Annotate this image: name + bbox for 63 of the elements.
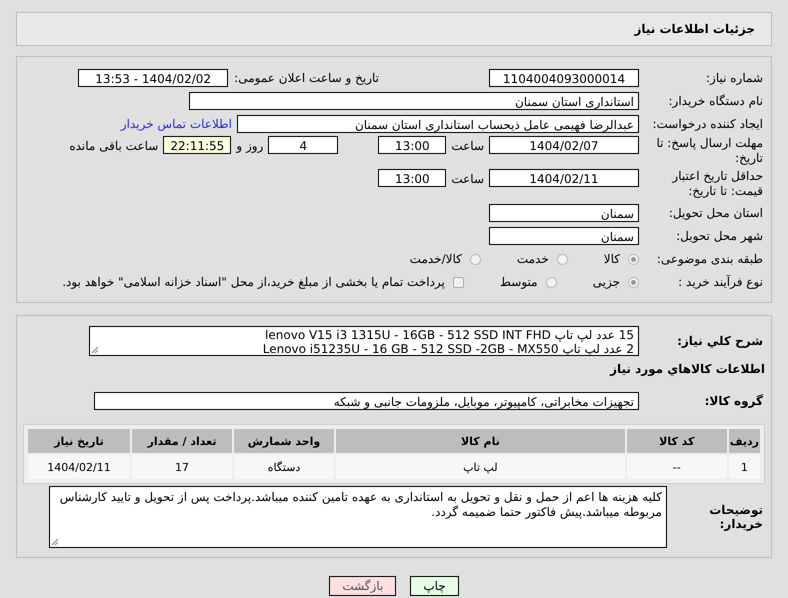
radio-label: خدمت (516, 252, 549, 266)
checkbox[interactable] (452, 276, 464, 288)
action-button[interactable]: بازگشت (329, 576, 396, 596)
page-title: جزئیات اطلاعات نیاز (634, 22, 755, 36)
deadline-time-field[interactable]: 13:00 (378, 136, 446, 154)
column-header: نام کالا (336, 429, 625, 453)
field-label: نوع فرآیند خرید : (677, 275, 764, 289)
requester-field[interactable]: عبدالرضا فهیمی عامل ذیحساب استانداری استان سمنان (237, 115, 639, 133)
goods-group-field[interactable]: تجهیزات مخابراتی، کامپیوتر، موبایل، ملزومات جانبی و شبکه (94, 392, 639, 410)
field-label: حداقل تاریخ اعتبار قیمت: تا تاریخ: (670, 169, 764, 199)
description-textarea[interactable]: 15 عدد لپ تاپ lenovo V15 i3 1315U - 16GB - 512 SSD INT FHD 2 عدد لپ تاپ Lenovo i51235U - 16 GB - 512 SSD -2GB - MX550 (89, 326, 639, 356)
deadline-date-field[interactable]: 1404/02/07 (489, 136, 639, 154)
column-header: واحد شمارش (234, 429, 334, 453)
action-button[interactable]: چاپ (410, 576, 459, 596)
column-header: تعداد / مقدار (132, 429, 232, 453)
validity-date-field[interactable]: 1404/02/11 (489, 169, 639, 187)
province-field[interactable]: سمنان (489, 204, 639, 222)
field-label: استان محل تحویل: (668, 206, 764, 220)
buyer-notes-textarea[interactable]: کلیه هزینه ها اعم از حمل و نقل و تحویل به استانداری به عهده تامین کننده میباشد.پرداخت پس از تحویل و تایید کارشناس مربوطه میباشد.پیش فاکتور حتما ضمیمه گردد. (49, 486, 667, 548)
need-number-field[interactable]: 1104004093000014 (489, 69, 639, 87)
radio-label: جزیی (592, 275, 620, 289)
section-heading: اطلاعات کالاهاي مورد نياز (608, 362, 766, 376)
field-label: طبقه بندی موضوعی: (656, 252, 764, 266)
announce-date-field[interactable]: 1404/02/02 - 13:53 (78, 69, 228, 87)
resize-grip-icon[interactable] (51, 538, 59, 546)
column-header: کد کالا (626, 429, 727, 453)
table-cell: 1404/02/11 (28, 455, 130, 479)
radio-label: کالا/خدمت (410, 252, 462, 266)
table-cell: -- (626, 455, 727, 479)
days-label: روز و (234, 138, 264, 155)
table-cell: دستگاه (234, 455, 334, 479)
field-label: نام دستگاه خریدار: (668, 94, 764, 108)
field-label: تاریخ و ساعت اعلان عمومی: (233, 71, 380, 85)
table-cell: 17 (132, 455, 232, 479)
radio-label: متوسط (500, 275, 538, 289)
time-label: ساعت (450, 171, 485, 188)
column-header: تاریخ نیاز (28, 429, 130, 453)
radio-button[interactable] (628, 254, 639, 264)
field-label: شرح کلي نياز: (676, 333, 764, 348)
buyer-contact-link[interactable]: اطلاعات تماس خریدار (120, 117, 237, 131)
city-field[interactable]: سمنان (489, 227, 639, 245)
radio-button[interactable] (470, 254, 481, 264)
radio-label: کالا (604, 252, 620, 266)
validity-time-field[interactable]: 13:00 (378, 169, 446, 187)
field-label: ایجاد کننده درخواست: (651, 117, 764, 131)
remaining-time-field[interactable]: 22:11:55 (163, 136, 232, 154)
radio-button[interactable] (546, 276, 557, 288)
buyer-name-field[interactable]: استانداری استان سمنان (189, 92, 639, 110)
field-label: شهر محل تحویل: (675, 229, 764, 243)
table-cell: 1 (728, 455, 760, 479)
field-label: گروه کالا: (704, 394, 764, 408)
table-cell: لپ تاپ (336, 455, 625, 479)
checkbox-label: پرداخت تمام یا بخشی از مبلغ خرید،از محل "اسناد خزانه اسلامی" خواهد بود. (62, 275, 445, 289)
column-header: ردیف (728, 429, 760, 453)
field-label: توضیحات خریدار: (708, 503, 764, 531)
resize-grip-icon[interactable] (91, 346, 99, 354)
days-field[interactable]: 4 (268, 136, 338, 154)
time-label: ساعت (450, 138, 485, 155)
field-label: شماره نیاز: (705, 71, 764, 85)
radio-button[interactable] (556, 254, 568, 264)
radio-button[interactable] (628, 276, 639, 288)
field-label: مهلت ارسال پاسخ: تا تاریخ: (655, 136, 764, 166)
remaining-label: ساعت باقی مانده (68, 138, 160, 155)
